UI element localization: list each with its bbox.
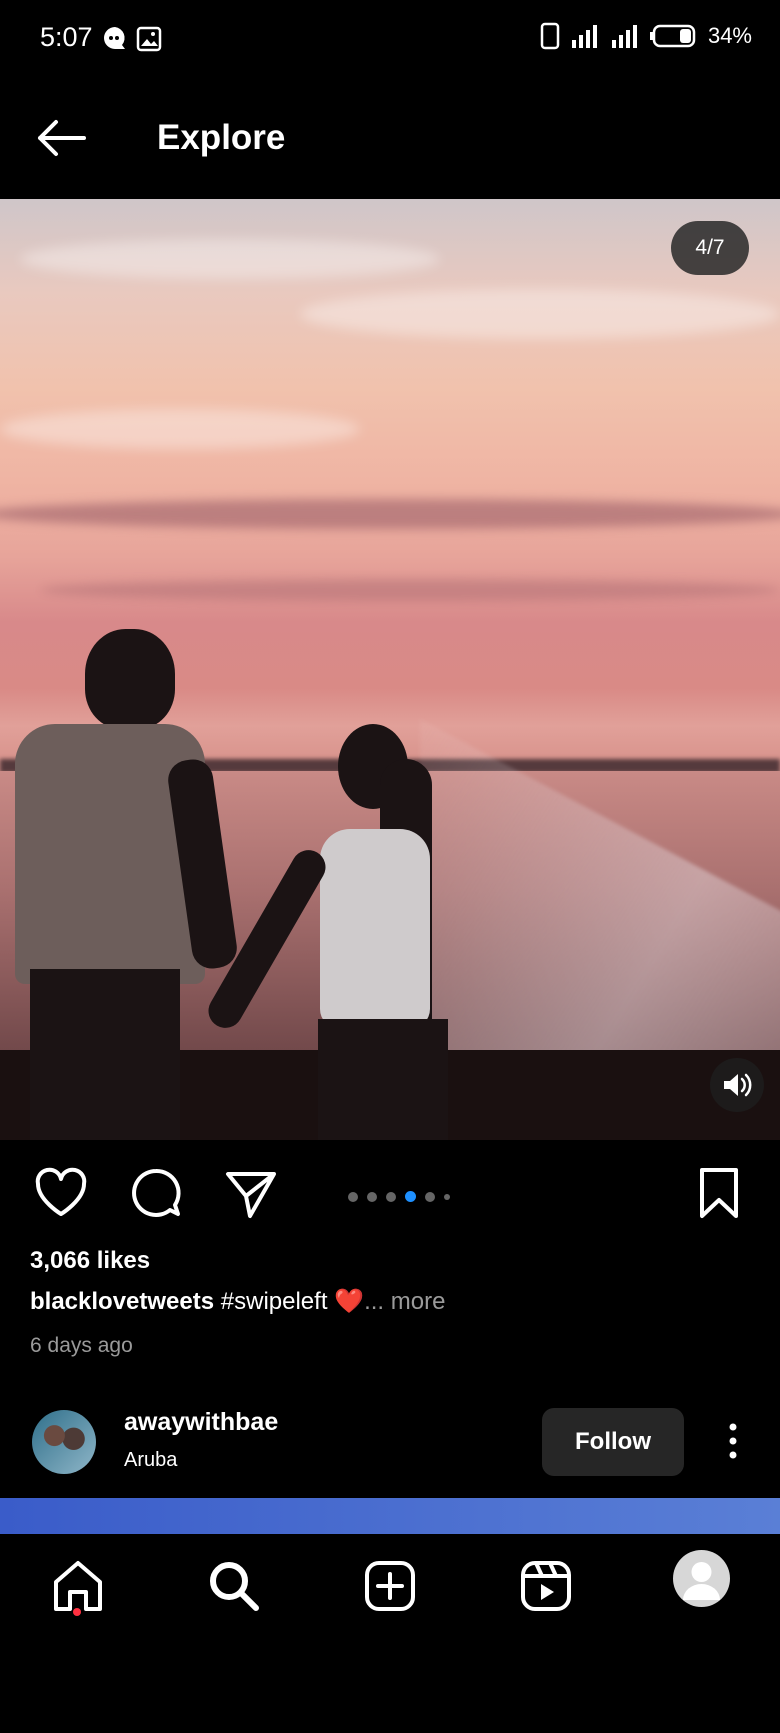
bottom-nav [0, 1534, 780, 1733]
comment-icon[interactable] [127, 1164, 185, 1222]
post-time: 6 days ago [30, 1334, 133, 1357]
carousel-dot [425, 1191, 435, 1202]
caption: blacklovetweets #swipeleft ❤️... more [30, 1287, 445, 1316]
woman-top [320, 829, 430, 1029]
profile-icon[interactable] [673, 1550, 730, 1607]
avatar[interactable] [32, 1410, 96, 1474]
status-bar: 5:07 34% [0, 0, 780, 78]
next-post-location[interactable]: Aruba [124, 1449, 177, 1472]
next-post-media-peek [0, 1498, 780, 1534]
bookmark-icon[interactable] [690, 1164, 748, 1222]
reels-icon[interactable] [516, 1556, 576, 1616]
phone-icon [540, 22, 560, 50]
battery-level: 34% [707, 23, 752, 48]
likes-count[interactable]: 3,066 likes [30, 1247, 150, 1275]
carousel-dot [367, 1191, 377, 1202]
cloud [0, 409, 360, 449]
woman-legs [318, 1019, 448, 1140]
image-icon [136, 26, 162, 52]
signal-icon [571, 25, 597, 48]
caption-emoji: ❤️ [334, 1288, 365, 1315]
carousel-dot [348, 1191, 358, 1202]
page-title: Explore [157, 118, 286, 157]
more-options-icon[interactable] [718, 1421, 748, 1461]
carousel-dot [444, 1193, 450, 1200]
next-post-username[interactable]: awaywithbae [124, 1408, 278, 1437]
cloud [300, 289, 780, 339]
media-counter: 4/7 [671, 221, 749, 275]
dark-cloud-band [40, 579, 780, 601]
caption-more[interactable]: ... more [364, 1288, 445, 1315]
header: Explore [0, 78, 780, 198]
man-legs [30, 969, 180, 1140]
follow-button[interactable]: Follow [542, 1408, 684, 1476]
home-icon[interactable] [48, 1556, 108, 1616]
carousel-dot-active [405, 1191, 416, 1203]
create-icon[interactable] [360, 1556, 420, 1616]
battery-icon [649, 24, 696, 48]
status-time: 5:07 [40, 22, 93, 52]
caption-username[interactable]: blacklovetweets [30, 1288, 214, 1315]
heart-icon[interactable] [32, 1164, 90, 1222]
signal-icon-2 [611, 25, 637, 48]
back-arrow-icon[interactable] [34, 118, 86, 158]
caption-hashtag[interactable]: #swipeleft [221, 1288, 328, 1315]
dark-cloud-band [0, 499, 780, 529]
search-icon[interactable] [204, 1556, 264, 1616]
carousel-dot [386, 1191, 396, 1202]
status-right: 34% [540, 22, 752, 50]
man-head [85, 629, 175, 729]
profile-avatar-icon [683, 1562, 720, 1600]
next-post-header: awaywithbae Aruba Follow [0, 1405, 780, 1495]
carousel-dots [348, 1188, 459, 1203]
sound-button[interactable] [710, 1058, 764, 1112]
speaker-icon [724, 1073, 752, 1097]
cloud [20, 239, 440, 279]
post-actions [0, 1160, 780, 1230]
share-icon[interactable] [222, 1164, 280, 1222]
post-media[interactable]: 4/7 [0, 199, 780, 1140]
chat-bubble-icon [104, 27, 125, 49]
home-notification-dot [73, 1608, 81, 1616]
